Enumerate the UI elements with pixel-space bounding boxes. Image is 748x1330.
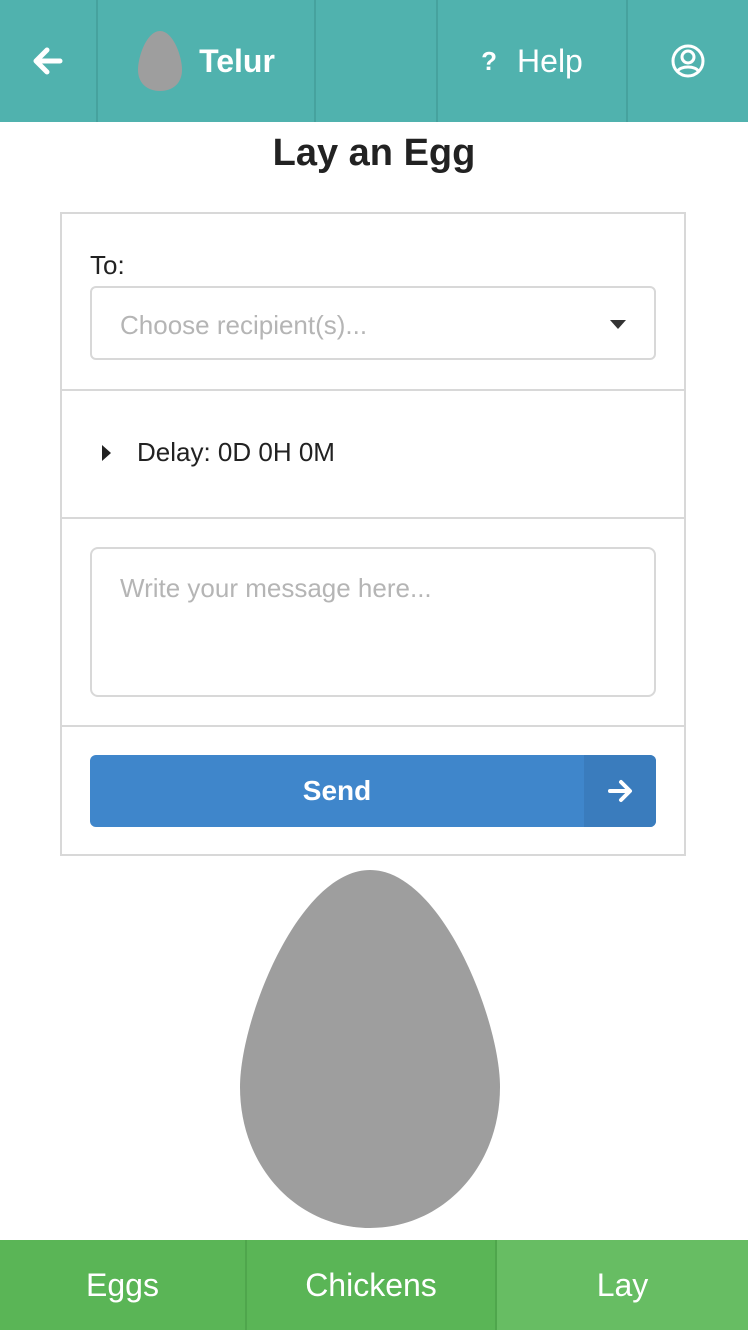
page-title: Lay an Egg — [272, 132, 476, 174]
account-button[interactable] — [628, 0, 748, 122]
arrow-left-icon — [33, 47, 63, 75]
delay-section: Delay: 0D 0H 0M — [62, 391, 684, 519]
send-arrow — [584, 755, 656, 827]
caret-right-icon — [102, 444, 111, 461]
message-section: Write your message here... — [62, 519, 684, 727]
help-button[interactable]: ? Help — [438, 0, 628, 122]
lay-egg-form: To: Choose recipient(s)... Delay: 0D 0H … — [60, 212, 686, 856]
caret-down-icon — [610, 320, 626, 329]
recipient-section: To: Choose recipient(s)... — [62, 214, 684, 391]
user-circle-icon — [671, 44, 705, 78]
nav-lay[interactable]: Lay — [497, 1240, 748, 1330]
delay-toggle[interactable]: Delay: 0D 0H 0M — [102, 437, 335, 468]
delay-label: Delay: 0D 0H 0M — [137, 437, 335, 467]
egg-icon — [138, 31, 183, 91]
back-button[interactable] — [0, 0, 98, 122]
to-label: To: — [90, 250, 125, 280]
send-label: Send — [302, 775, 372, 806]
arrow-right-icon — [608, 780, 632, 802]
recipient-placeholder: Choose recipient(s)... — [120, 310, 368, 340]
nav-eggs[interactable]: Eggs — [0, 1240, 247, 1330]
brand-name: Telur — [199, 42, 275, 79]
message-input[interactable]: Write your message here... — [90, 547, 656, 697]
top-bar: Telur ? Help — [0, 0, 748, 122]
message-placeholder: Write your message here... — [120, 573, 432, 603]
question-icon: ? — [481, 45, 498, 76]
brand[interactable]: Telur — [98, 0, 316, 122]
header-spacer — [316, 0, 438, 122]
send-button[interactable]: Send — [90, 755, 656, 827]
recipient-select[interactable]: Choose recipient(s)... — [90, 286, 656, 360]
egg-icon — [240, 870, 500, 1228]
nav-chickens[interactable]: Chickens — [247, 1240, 497, 1330]
help-label: Help — [517, 42, 583, 79]
send-section: Send — [62, 727, 684, 854]
egg-illustration — [240, 870, 500, 1228]
bottom-nav: Eggs Chickens Lay — [0, 1240, 748, 1330]
